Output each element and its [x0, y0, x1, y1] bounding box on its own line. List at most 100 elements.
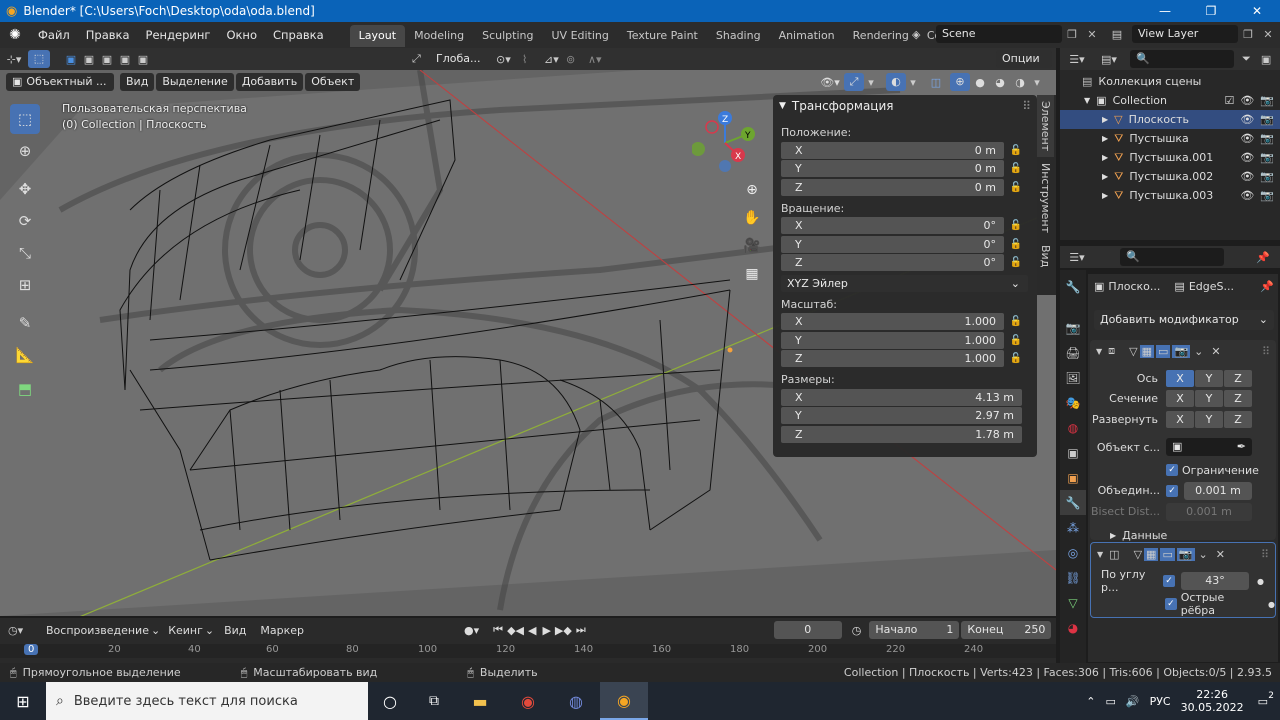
zoom-icon[interactable]: ⊕ — [740, 182, 764, 210]
outliner-item-plane[interactable]: ▶ ▽ Плоскость 👁 📷 — [1060, 110, 1280, 129]
lock-icon[interactable]: 🔓 — [1004, 220, 1028, 231]
keyframe-dot-icon[interactable]: ● — [1257, 577, 1264, 586]
camera-view-icon[interactable]: 🎥 — [740, 238, 764, 266]
playhead[interactable]: 0 — [24, 644, 39, 655]
tab-rendering[interactable]: Rendering — [844, 25, 918, 47]
collapse-arrow-icon[interactable]: ▼ — [1097, 550, 1103, 559]
mirror-axis-z[interactable]: Z — [1224, 369, 1252, 387]
transform-tool-icon[interactable]: ⊞ — [10, 270, 40, 300]
snap-target-icon[interactable]: ⊿▾ — [544, 53, 566, 66]
tab-shading[interactable]: Shading — [707, 25, 770, 47]
annotate-tool-icon[interactable]: ✎ — [10, 308, 40, 338]
blender-menu-icon[interactable]: ✺ — [0, 27, 30, 43]
visibility-eye-icon[interactable]: 👁 — [1240, 170, 1254, 183]
tray-chevron-icon[interactable]: ⌃ — [1086, 695, 1095, 708]
outliner-item-empty-003[interactable]: ▶ ⛛ Пустышка.003 👁 📷 — [1060, 186, 1280, 205]
expand-arrow-icon[interactable]: ▶ — [1102, 153, 1108, 162]
lock-icon[interactable]: 🔓 — [1004, 353, 1028, 364]
flip-axis-x[interactable]: X — [1166, 411, 1194, 428]
select-tool-icon[interactable]: ⬚ — [28, 50, 50, 68]
render-toggle-icon[interactable]: 📷 — [1172, 344, 1191, 358]
close-icon[interactable]: ✕ — [1234, 4, 1280, 18]
playback-menu[interactable]: Воспроизведение — [46, 624, 149, 637]
scene-tab-icon[interactable]: 🎭 — [1060, 390, 1086, 415]
windows-start-icon[interactable]: ⊞ — [0, 692, 46, 711]
tab-modeling[interactable]: Modeling — [405, 25, 473, 47]
gizmo-toggle-icon[interactable]: ⤢ — [844, 73, 864, 91]
visibility-eye-icon[interactable]: 👁 — [1240, 94, 1254, 107]
outliner-filter-icon[interactable]: ▤▾ — [1094, 53, 1124, 66]
ortho-grid-icon[interactable]: ▦ — [740, 266, 764, 294]
render-camera-icon[interactable]: 📷 — [1260, 170, 1274, 183]
add-modifier-dropdown[interactable]: Добавить модификатор ⌄ — [1094, 310, 1274, 330]
dimension-x-field[interactable]: X 4.13 m — [781, 388, 1022, 406]
overlays-dropdown-icon[interactable]: ▾ — [906, 76, 920, 89]
render-toggle-icon[interactable]: 📷 — [1176, 547, 1195, 561]
rotation-mode-dropdown[interactable]: XYZ Эйлер ⌄ — [781, 274, 1028, 292]
cage-toggle-icon[interactable]: ▦ — [1144, 547, 1159, 561]
menu-object[interactable]: Объект — [305, 73, 361, 91]
mirror-object-field[interactable]: ▣ ✒ — [1166, 438, 1252, 456]
pivot-icon[interactable]: ⊙▾ — [496, 53, 522, 66]
edge-angle-field[interactable]: 43° — [1181, 572, 1249, 590]
tab-layout[interactable]: Layout — [349, 25, 406, 47]
bisect-axis-y[interactable]: Y — [1195, 390, 1223, 407]
merge-checkbox[interactable]: ✓ — [1166, 484, 1178, 497]
current-frame-field[interactable]: 0 — [773, 621, 842, 639]
modifier-tab-icon[interactable]: 🔧 — [1060, 490, 1086, 515]
lock-icon[interactable]: 🔓 — [1004, 182, 1028, 193]
rotation-z-field[interactable]: Z 0° — [781, 254, 1004, 272]
location-y-field[interactable]: Y 0 m — [781, 160, 1004, 178]
mirror-axis-y[interactable]: Y — [1195, 369, 1223, 387]
render-camera-icon[interactable]: 📷 — [1260, 151, 1274, 164]
material-shading-icon[interactable]: ◕ — [990, 76, 1010, 89]
outliner-item-empty[interactable]: ▶ ⛛ Пустышка 👁 📷 — [1060, 129, 1280, 148]
taskbar-search-box[interactable]: ⌕ Введите здесь текст для поиска — [46, 682, 368, 720]
expand-arrow-icon[interactable]: ▶ — [1110, 531, 1116, 540]
file-explorer-icon[interactable]: ▬ — [456, 692, 504, 711]
lock-icon[interactable]: 🔓 — [1004, 316, 1028, 327]
start-frame-field[interactable]: Начало 1 — [869, 621, 960, 639]
lock-icon[interactable]: 🔓 — [1004, 239, 1028, 250]
location-z-field[interactable]: Z 0 m — [781, 178, 1004, 196]
pin-icon[interactable]: 📌 — [1256, 251, 1270, 264]
xray-icon[interactable]: ◫ — [926, 76, 946, 89]
pin-small-icon[interactable]: 📌 — [1260, 280, 1274, 293]
tab-texture-paint[interactable]: Texture Paint — [618, 25, 707, 47]
flip-axis-y[interactable]: Y — [1195, 411, 1223, 428]
proportional-falloff-icon[interactable]: ∧▾ — [588, 53, 610, 66]
expand-arrow-icon[interactable]: ▶ — [1102, 115, 1108, 124]
tab-uv-editing[interactable]: UV Editing — [543, 25, 618, 47]
bisect-axis-z[interactable]: Z — [1224, 390, 1252, 407]
scale-x-field[interactable]: X 1.000 — [781, 313, 1004, 331]
notifications-icon[interactable]: ▭ 2 — [1258, 691, 1274, 708]
expand-arrow-icon[interactable]: ▼ — [1084, 96, 1090, 105]
properties-editor-icon[interactable]: ☰▾ — [1060, 251, 1094, 264]
scene-selector[interactable]: Scene — [936, 25, 1062, 43]
edge-angle-checkbox[interactable]: ✓ — [1163, 575, 1175, 587]
select-box-tool-icon[interactable]: ⬚ — [10, 104, 40, 134]
move-tool-icon[interactable]: ✥ — [10, 174, 40, 204]
remove-modifier-icon[interactable]: ✕ — [1216, 548, 1225, 561]
menu-window[interactable]: Окно — [218, 22, 265, 48]
select-mode-new-icon[interactable]: ▣ — [62, 53, 80, 66]
discord-icon[interactable]: ◍ — [552, 692, 600, 711]
constraints-tab-icon[interactable]: ⛓ — [1060, 565, 1086, 590]
render-camera-icon[interactable]: 📷 — [1260, 94, 1274, 107]
chrome-icon[interactable]: ◉ — [504, 692, 552, 711]
marker-menu[interactable]: Маркер — [260, 624, 304, 637]
clock-icon[interactable]: ◷ — [852, 624, 862, 637]
modifier-menu-icon[interactable]: ⌄ — [1194, 345, 1203, 358]
visibility-eye-icon[interactable]: 👁 — [1240, 132, 1254, 145]
menu-add[interactable]: Добавить — [235, 73, 304, 91]
outliner-editor-icon[interactable]: ☰▾ — [1060, 53, 1094, 66]
viewport-toggle-icon[interactable]: ▭ — [1156, 344, 1171, 358]
drag-handle-icon[interactable]: ⠿ — [1022, 99, 1031, 113]
eyedropper-icon[interactable]: ✒ — [1237, 438, 1246, 456]
menu-view[interactable]: Вид — [120, 73, 155, 91]
world-tab-icon[interactable]: ◍ — [1060, 415, 1086, 440]
object-tab-icon[interactable]: ▣ — [1060, 465, 1086, 490]
rotation-x-field[interactable]: X 0° — [781, 217, 1004, 235]
sharp-edges-checkbox[interactable]: ✓ — [1165, 598, 1177, 610]
maximize-icon[interactable]: ❐ — [1188, 4, 1234, 18]
